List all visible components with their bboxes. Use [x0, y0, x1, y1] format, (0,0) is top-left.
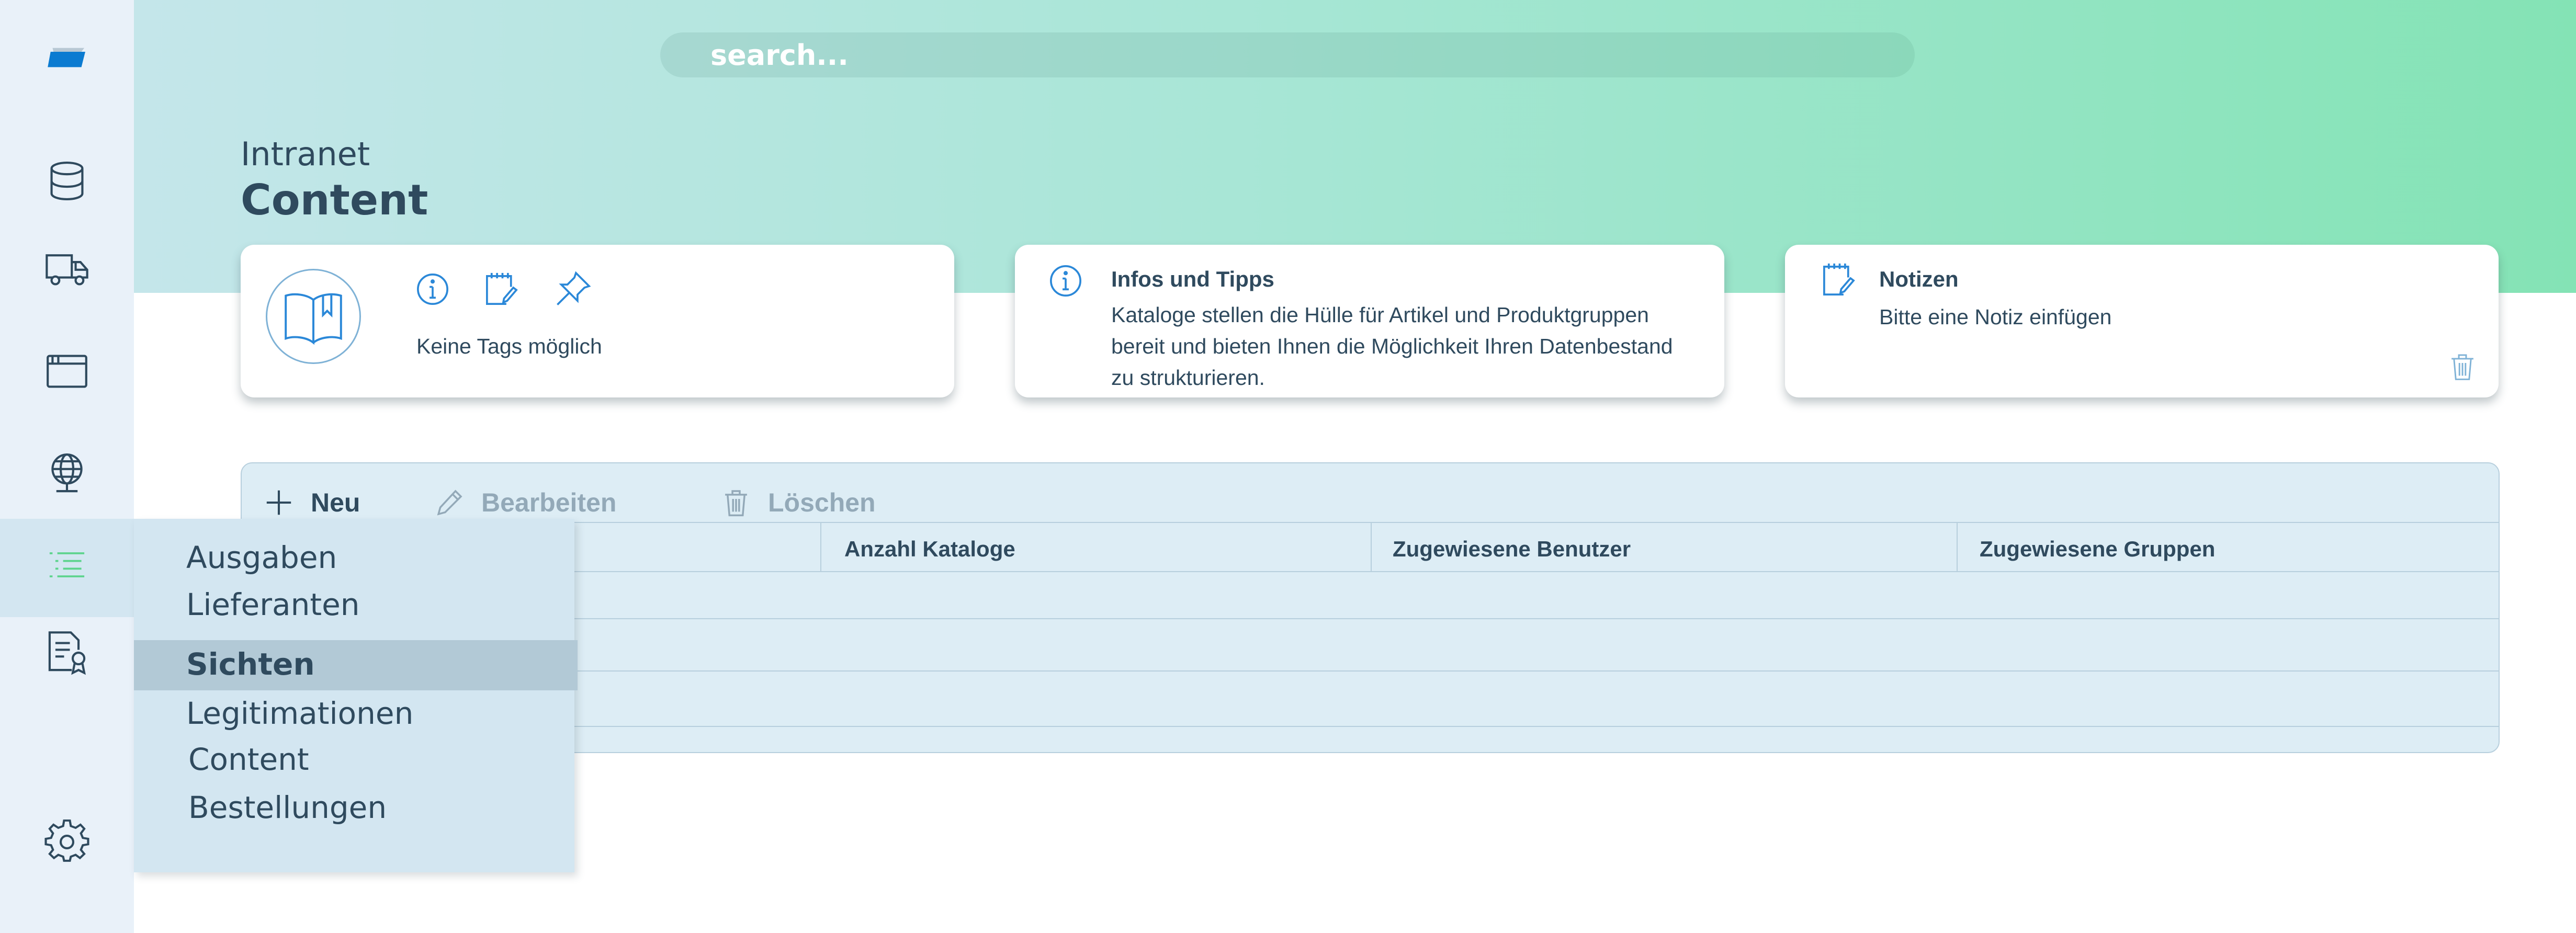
notepad-edit-icon[interactable] [482, 270, 521, 309]
info-icon [1046, 261, 1085, 300]
breadcrumb[interactable]: Intranet [241, 135, 370, 173]
menu-item-lieferanten[interactable]: Lieferanten [186, 587, 360, 622]
info-card-title: Infos und Tipps [1111, 267, 1274, 291]
menu-item-sichten[interactable]: Sichten [186, 646, 315, 682]
table-row[interactable] [242, 672, 2499, 726]
edit-button-label: Bearbeiten [481, 488, 617, 517]
book-icon [266, 269, 361, 364]
table-row[interactable] [242, 619, 2499, 670]
truck-icon[interactable] [37, 238, 97, 299]
column-header-assigned-users[interactable]: Zugewiesene Benutzer [1393, 537, 1631, 562]
submenu-flyout: Ausgaben Lieferanten Sichten Legitimatio… [134, 519, 578, 872]
app-logo-icon[interactable] [37, 27, 97, 88]
notes-card: Notizen Bitte eine Notiz einfügen [1785, 245, 2499, 397]
info-card-line: zu strukturieren. [1111, 366, 1265, 390]
menu-item-legitimationen[interactable]: Legitimationen [186, 696, 413, 731]
list-icon[interactable] [37, 534, 97, 595]
new-button[interactable]: Neu [264, 485, 360, 520]
trash-icon[interactable] [2447, 351, 2478, 382]
notepad-edit-icon [1820, 260, 1858, 299]
column-divider [820, 522, 821, 571]
search-placeholder: search... [710, 38, 849, 72]
column-header-catalog-count[interactable]: Anzahl Kataloge [844, 537, 1015, 562]
tags-card: Keine Tags möglich [241, 245, 954, 397]
tags-text: Keine Tags möglich [416, 334, 602, 358]
window-icon[interactable] [37, 341, 97, 402]
info-card: Infos und Tipps Kataloge stellen die Hül… [1015, 245, 1724, 397]
page-title: Content [241, 176, 428, 224]
column-divider [1957, 522, 1958, 571]
notes-text[interactable]: Bitte eine Notiz einfügen [1879, 301, 2111, 333]
info-card-line: bereit und bieten Ihnen die Möglichkeit … [1111, 334, 1673, 358]
pin-icon[interactable] [553, 270, 592, 309]
delete-button-label: Löschen [768, 488, 876, 517]
menu-item-ausgaben[interactable]: Ausgaben [186, 540, 337, 575]
info-icon[interactable] [413, 270, 452, 309]
database-icon[interactable] [37, 151, 97, 211]
column-divider [1371, 522, 1372, 571]
edit-button[interactable]: Bearbeiten [434, 485, 616, 520]
info-card-line: Kataloge stellen die Hülle für Artikel u… [1111, 303, 1649, 327]
menu-item-bestellungen[interactable]: Bestellungen [188, 790, 387, 825]
row-divider [242, 726, 2499, 727]
data-table: Neu Bearbeiten Löschen Anzahl Kataloge Z… [241, 462, 2500, 753]
sidebar [0, 0, 134, 933]
gear-icon[interactable] [37, 812, 97, 872]
menu-item-content[interactable]: Content [188, 742, 309, 777]
delete-button[interactable]: Löschen [721, 485, 876, 520]
globe-icon[interactable] [37, 443, 97, 504]
notes-card-title: Notizen [1879, 267, 1959, 291]
table-row[interactable] [242, 572, 2499, 618]
certificate-icon[interactable] [37, 622, 97, 683]
new-button-label: Neu [311, 488, 360, 517]
column-header-assigned-groups[interactable]: Zugewiesene Gruppen [1980, 537, 2215, 562]
table-header-top-border [242, 522, 2499, 523]
search-input[interactable]: search... [660, 32, 1915, 77]
